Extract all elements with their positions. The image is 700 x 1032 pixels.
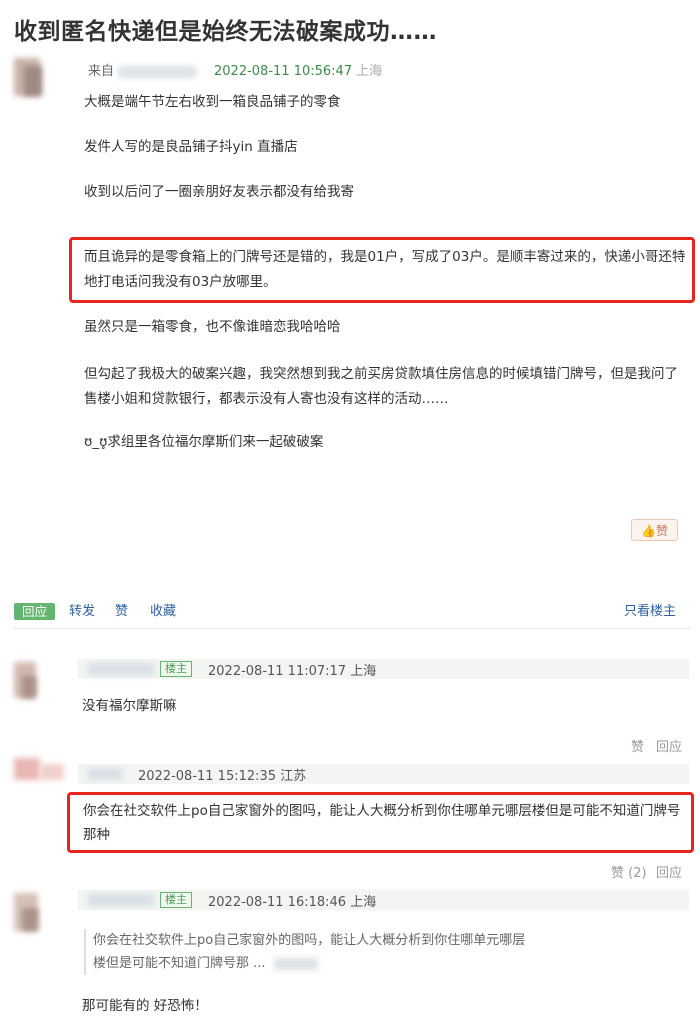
quoted-comment: 你会在社交软件上po自己家窗外的图吗，能让人大概分析到你住哪单元哪层楼但是可能不…: [84, 929, 533, 975]
post-paragraph: 发件人写的是良品铺子抖yin 直播店: [84, 139, 298, 155]
post-meta: 来自 2022-08-11 10:56:47 上海: [88, 60, 382, 79]
author-name[interactable]: [118, 65, 197, 78]
comment-like-link[interactable]: 赞: [631, 736, 644, 755]
comment-header: 楼主 2022-08-11 11:07:17 上海: [78, 659, 689, 679]
commenter-avatar-shade: [22, 676, 36, 698]
post-paragraph: ʊ_ʊ̥求组里各位福尔摩斯们来一起破破案: [84, 434, 324, 450]
quoted-author[interactable]: [273, 957, 318, 970]
post-like-button[interactable]: 👍赞: [631, 519, 678, 541]
op-badge: 楼主: [160, 892, 192, 908]
forward-link[interactable]: 转发: [69, 603, 95, 620]
collect-link[interactable]: 收藏: [150, 603, 176, 620]
comment-text: 没有福尔摩斯嘛: [82, 698, 177, 714]
from-label: 来自: [88, 64, 115, 79]
comment-reply-link[interactable]: 回应: [656, 736, 682, 755]
divider: [14, 628, 690, 629]
post-paragraph: 虽然只是一箱零食，也不像谁暗恋我哈哈哈: [84, 319, 341, 335]
comment-location: 上海: [350, 895, 377, 910]
post-paragraph: 但勾起了我极大的破案兴趣，我突然想到我之前买房贷款填住房信息的时候填错门牌号，但…: [84, 366, 678, 407]
comment-header: 2022-08-11 15:12:35 江苏: [78, 764, 689, 784]
commenter-avatar-shade: [40, 764, 64, 780]
commenter-name[interactable]: [88, 894, 154, 906]
comment-text: 你会在社交软件上po自己家窗外的图吗，能让人大概分析到你住哪单元哪层楼但是可能不…: [83, 803, 681, 843]
comment-like-link[interactable]: 赞 (2): [611, 862, 647, 881]
comment-timestamp: 2022-08-11 15:12:35 江苏: [138, 769, 307, 784]
commenter-avatar[interactable]: [14, 758, 40, 780]
post-timestamp: 2022-08-11 10:56:47: [214, 64, 353, 79]
comment-timestamp: 2022-08-11 16:18:46 上海: [208, 895, 377, 910]
thumb-up-icon: 👍: [641, 524, 656, 538]
op-badge: 楼主: [160, 661, 192, 677]
commenter-name[interactable]: [88, 663, 154, 675]
reply-button[interactable]: 回应: [14, 603, 55, 620]
post-paragraph: 收到以后问了一圈亲朋好友表示都没有给我寄: [84, 184, 354, 200]
comment-timestamp: 2022-08-11 11:07:17 上海: [208, 664, 377, 679]
comment-location: 江苏: [280, 769, 307, 784]
post-title: 收到匿名快递但是始终无法破案成功……: [14, 19, 437, 45]
comment-location: 上海: [350, 664, 377, 679]
commenter-name[interactable]: [88, 768, 122, 780]
author-avatar-shade: [24, 66, 42, 96]
comment-text: 那可能有的 好恐怖！: [82, 998, 208, 1014]
like-link[interactable]: 赞: [115, 603, 128, 620]
comment-reply-link[interactable]: 回应: [656, 862, 682, 881]
post-location: 上海: [356, 64, 383, 79]
comment-header: 楼主 2022-08-11 16:18:46 上海: [78, 890, 689, 910]
commenter-avatar-shade: [22, 908, 38, 931]
like-label: 赞: [655, 524, 668, 538]
only-op-link[interactable]: 只看楼主: [624, 603, 676, 620]
post-paragraph: 大概是端午节左右收到一箱良品铺子的零食: [84, 94, 341, 110]
post-paragraph: 而且诡异的是零食箱上的门牌号还是错的，我是01户，写成了03户。是顺丰寄过来的，…: [84, 249, 686, 290]
